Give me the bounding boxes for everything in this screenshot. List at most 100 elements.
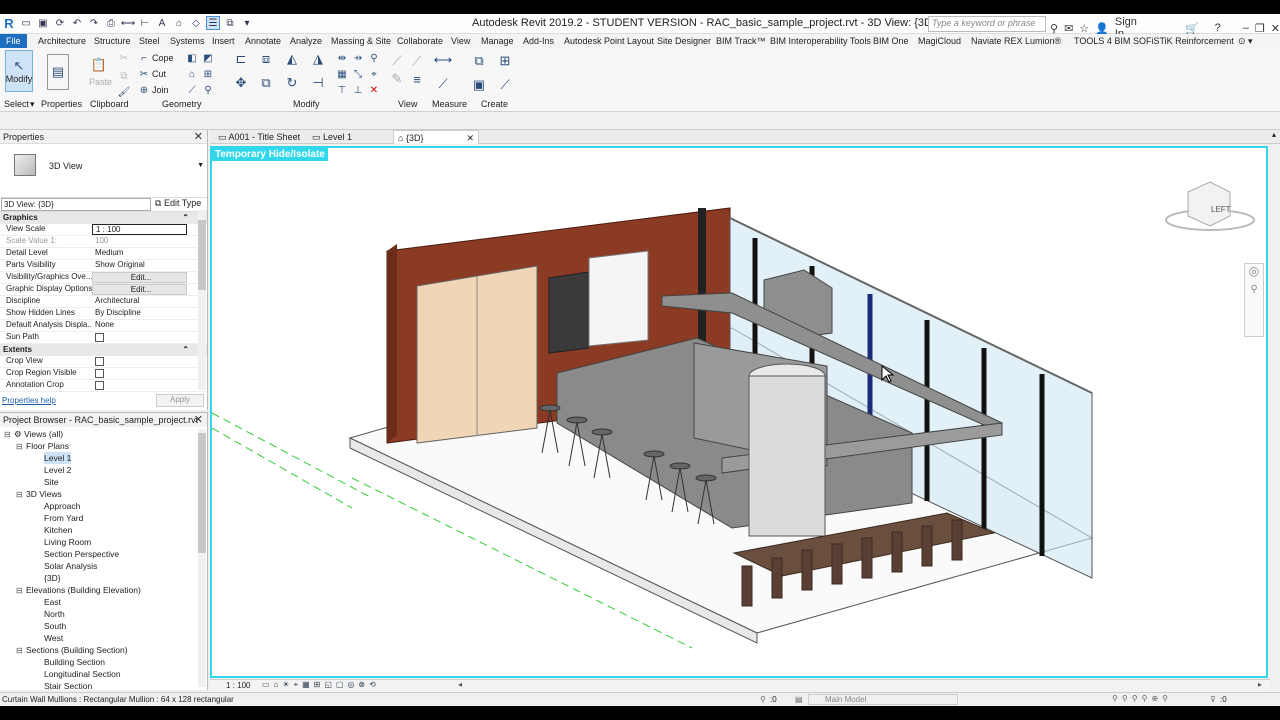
sync-icon[interactable]: ⟳ [53, 16, 67, 30]
mirror-axis-icon[interactable]: ◭ [283, 50, 301, 68]
tab-annotate[interactable]: Annotate [245, 34, 281, 48]
drawing-canvas[interactable]: Temporary Hide/Isolate LEFT ◎ ⚲ [210, 146, 1268, 678]
prop-row[interactable]: Detail Level Medium [0, 248, 207, 260]
properties-icon[interactable]: ▤ [47, 54, 69, 90]
restore-button[interactable]: ❐ [1255, 22, 1265, 35]
tab-add-ins[interactable]: Add-Ins [523, 34, 554, 48]
select-dropdown[interactable]: Select [4, 99, 29, 109]
trim-icon[interactable]: ⊣ [309, 74, 327, 92]
array-icon[interactable]: ▦ [336, 68, 348, 80]
pin-icon[interactable]: ⚲ [368, 52, 380, 64]
align-icon[interactable]: ⊏ [232, 50, 250, 68]
properties-help-link[interactable]: Properties help [2, 396, 56, 405]
tab-structure[interactable]: Structure [94, 34, 131, 48]
create-parts-icon[interactable]: ▣ [470, 76, 488, 94]
gdo-edit-button[interactable]: Edit... [92, 284, 187, 295]
view-control-icons[interactable]: ▭⌂☀⌖▦⊞◱▢◎⊗⟲ [262, 680, 380, 690]
unpin-icon[interactable]: ⌖ [368, 68, 380, 80]
tree-node[interactable]: Level 2 [44, 464, 71, 476]
redo-icon[interactable]: ↷ [87, 16, 101, 30]
tab-level-1[interactable]: ▭ Level 1 [308, 130, 392, 144]
dimension-icon[interactable]: ⊢ [138, 16, 152, 30]
browser-scroll-thumb[interactable] [198, 433, 206, 553]
scale-icon[interactable]: ⤡ [352, 68, 364, 80]
tab-magicloud[interactable]: MagiCloud [918, 34, 961, 48]
join-button[interactable]: Join [152, 85, 169, 95]
vg-edit-button[interactable]: Edit... [92, 272, 187, 283]
tab-file[interactable]: File [0, 34, 27, 48]
prop-value[interactable]: None [92, 320, 207, 331]
tree-node[interactable]: Solar Analysis [44, 560, 97, 572]
active-model-select[interactable]: Main Model [808, 694, 958, 705]
viewcube-box[interactable] [1187, 181, 1231, 227]
tree-node[interactable]: North [44, 608, 65, 620]
subscription-icon[interactable]: ✉ [1064, 22, 1073, 35]
view-tool-1-icon[interactable]: ⟋ [390, 53, 404, 68]
tab-naviate-rex[interactable]: Naviate REX [971, 34, 1023, 48]
minimize-button[interactable]: – [1243, 22, 1249, 34]
annotation-crop-checkbox[interactable] [95, 381, 104, 390]
cart-icon[interactable]: 🛒 [1185, 22, 1199, 35]
properties-scroll-thumb[interactable] [198, 220, 206, 290]
filter-icon[interactable]: ⊽ [1210, 695, 1216, 704]
prop-row[interactable]: Discipline Architectural [0, 296, 207, 308]
tab-architecture[interactable]: Architecture [38, 34, 86, 48]
favorites-icon[interactable]: ☆ [1079, 22, 1089, 35]
paste-icon[interactable]: 📋 [88, 54, 110, 76]
measure-distance-icon[interactable]: ⟋ [432, 74, 454, 94]
hscroll-right-icon[interactable]: ▸ [1258, 680, 1262, 689]
revit-logo-icon[interactable]: R [2, 16, 16, 31]
prop-row[interactable]: View Scale 1 : 100 [0, 224, 207, 236]
tab-analyze[interactable]: Analyze [290, 34, 322, 48]
tab-view[interactable]: View [451, 34, 470, 48]
tree-node[interactable]: Longitudinal Section [44, 668, 121, 680]
help-icon[interactable]: ? [1215, 22, 1221, 34]
cope-button[interactable]: Cope [152, 53, 174, 63]
group-extents[interactable]: Extents ⌃ [0, 344, 207, 356]
tree-node[interactable]: South [44, 620, 66, 632]
tab-bim-one[interactable]: BIM One [873, 34, 909, 48]
tab-massing-site[interactable]: Massing & Site [331, 34, 391, 48]
split-gap-icon[interactable]: ⇸ [352, 52, 364, 64]
split-face-icon[interactable]: ◧ [186, 52, 198, 64]
rotate-icon[interactable]: ↻ [283, 74, 301, 92]
ribbon-options-icon[interactable]: ⊙ ▾ [1238, 34, 1253, 48]
prop-row[interactable]: Annotation Crop [0, 380, 207, 392]
prop-value[interactable]: Medium [92, 248, 207, 259]
text-icon[interactable]: A [155, 16, 169, 30]
tree-node[interactable]: Site [44, 476, 59, 488]
tree-node[interactable]: Approach [44, 500, 80, 512]
open-icon[interactable]: ▭ [19, 16, 33, 30]
prop-row[interactable]: Graphic Display Options Edit... [0, 284, 207, 296]
type-chevron-down-icon[interactable]: ▼ [197, 162, 204, 169]
worksets-icon[interactable]: ⚲ [760, 695, 766, 704]
viewcube-face-label[interactable]: LEFT [1211, 205, 1231, 214]
tab-tools4bim[interactable]: TOOLS 4 BIM [1074, 34, 1130, 48]
prop-row[interactable]: Sun Path [0, 332, 207, 344]
instance-selector[interactable]: 3D View: {3D} [1, 198, 151, 211]
tab-systems[interactable]: Systems [170, 34, 205, 48]
split-icon[interactable]: ⇹ [336, 52, 348, 64]
browser-close-icon[interactable]: ✕ [194, 413, 203, 426]
copy-icon[interactable]: ⧉ [257, 74, 275, 92]
crop-view-checkbox[interactable] [95, 357, 104, 366]
print-icon[interactable]: ⎙ [104, 16, 118, 30]
group-graphics[interactable]: Graphics ⌃ [0, 212, 207, 224]
viewcube[interactable]: LEFT [1165, 181, 1255, 231]
close-tab-icon[interactable]: ✕ [466, 131, 474, 145]
cope-icon[interactable]: ⌐ [138, 52, 150, 64]
tab-manage[interactable]: Manage [481, 34, 514, 48]
move-icon[interactable]: ✥ [232, 74, 250, 92]
hscroll-left-icon[interactable]: ◂ [458, 680, 462, 689]
3d-view-icon[interactable]: ⌂ [172, 16, 186, 30]
undo-icon[interactable]: ↶ [70, 16, 84, 30]
pick-icon[interactable]: ⚲ [202, 84, 214, 96]
edit-profile-icon[interactable]: ⟋ [186, 84, 198, 96]
tab-lumion[interactable]: Lumion® [1025, 34, 1061, 48]
section-icon[interactable]: ◇ [189, 16, 203, 30]
search-input[interactable]: Type a keyword or phrase [928, 16, 1046, 32]
properties-scrollbar[interactable] [198, 210, 206, 390]
prop-value[interactable]: Architectural [92, 296, 207, 307]
steering-wheel-icon[interactable]: ◎ [1245, 264, 1263, 278]
tree-node[interactable]: Stair Section [44, 680, 92, 692]
